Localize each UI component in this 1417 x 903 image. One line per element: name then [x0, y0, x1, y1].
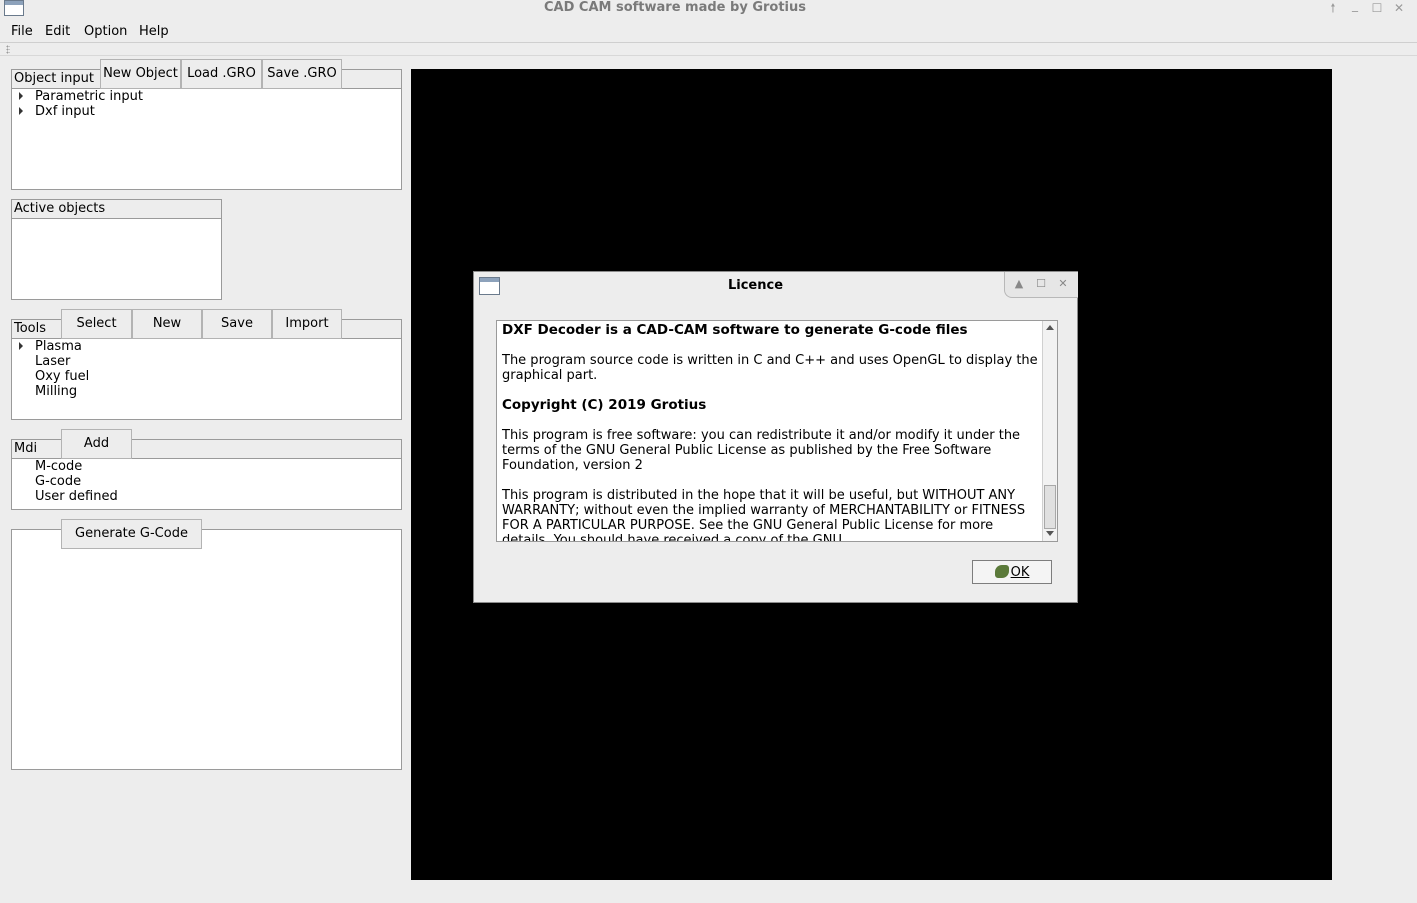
licence-copyright: Copyright (C) 2019 Grotius — [502, 397, 707, 413]
tree-item-oxy-fuel[interactable]: Oxy fuel — [35, 369, 89, 384]
save-tool-button[interactable]: Save — [202, 309, 272, 339]
dialog-up-icon[interactable]: ▲ — [1011, 276, 1027, 292]
save-gro-button[interactable]: Save .GRO — [262, 59, 342, 89]
dialog-maximize-icon[interactable]: ☐ — [1033, 276, 1049, 292]
toolbar-grip-icon[interactable] — [6, 45, 10, 54]
load-gro-button[interactable]: Load .GRO — [181, 59, 262, 89]
licence-scrollbar[interactable] — [1042, 321, 1057, 541]
dialog-close-icon[interactable]: ✕ — [1055, 276, 1071, 292]
menu-bar: File Edit Option Help — [0, 22, 1417, 42]
menu-file[interactable]: File — [11, 22, 33, 42]
generate-gcode-button[interactable]: Generate G-Code — [61, 519, 202, 549]
expander-arrow-icon[interactable] — [19, 107, 23, 115]
add-button[interactable]: Add — [61, 429, 132, 459]
object-input-label: Object input — [14, 71, 94, 86]
ok-button[interactable]: OK — [972, 560, 1052, 584]
tree-item-laser[interactable]: Laser — [35, 354, 70, 369]
window-up-icon[interactable]: 🠕 — [1325, 0, 1341, 16]
import-button[interactable]: Import — [272, 309, 342, 339]
scroll-up-icon[interactable] — [1046, 325, 1054, 330]
gcode-output-area[interactable] — [11, 529, 402, 770]
licence-paragraph: This program is free software: you can r… — [502, 428, 1021, 473]
dialog-title: Licence — [727, 278, 784, 293]
licence-text-area[interactable]: DXF Decoder is a CAD-CAM software to gen… — [496, 320, 1058, 542]
new-object-button[interactable]: New Object — [100, 59, 181, 89]
tools-label: Tools — [14, 321, 47, 336]
expander-arrow-icon[interactable] — [19, 342, 23, 350]
new-tool-button[interactable]: New — [132, 309, 202, 339]
licence-heading: DXF Decoder is a CAD-CAM software to gen… — [502, 322, 968, 338]
select-button[interactable]: Select — [61, 309, 132, 339]
tree-item-m-code[interactable]: M-code — [35, 459, 82, 474]
licence-paragraph: This program is distributed in the hope … — [502, 488, 1026, 542]
tree-item-g-code[interactable]: G-code — [35, 474, 81, 489]
menu-option[interactable]: Option — [84, 22, 127, 42]
tree-item-plasma[interactable]: Plasma — [35, 339, 82, 354]
scroll-thumb[interactable] — [1044, 485, 1056, 529]
window-close-icon[interactable]: ✕ — [1391, 0, 1407, 16]
window-maximize-icon[interactable]: ☐ — [1369, 0, 1385, 16]
menu-separator — [0, 42, 1417, 43]
tree-item-parametric-input[interactable]: Parametric input — [35, 89, 143, 104]
menu-edit[interactable]: Edit — [45, 22, 70, 42]
mdi-label: Mdi — [14, 441, 38, 456]
scroll-down-icon[interactable] — [1046, 531, 1054, 536]
active-objects-list[interactable] — [11, 218, 222, 300]
tree-item-user-defined[interactable]: User defined — [35, 489, 118, 504]
licence-text: DXF Decoder is a CAD-CAM software to gen… — [502, 323, 1042, 542]
menu-help[interactable]: Help — [139, 22, 169, 42]
window-title: CAD CAM software made by Grotius — [543, 0, 806, 15]
tree-item-dxf-input[interactable]: Dxf input — [35, 104, 95, 119]
expander-arrow-icon[interactable] — [19, 92, 23, 100]
dialog-controls: ▲ ☐ ✕ — [1004, 272, 1078, 298]
active-objects-label: Active objects — [14, 201, 106, 216]
licence-dialog: Licence ▲ ☐ ✕ DXF Decoder is a CAD-CAM s… — [473, 271, 1078, 603]
toolbar-strip — [0, 44, 1417, 56]
window-minimize-icon[interactable]: _ — [1347, 0, 1363, 13]
ok-button-label: OK — [1010, 565, 1030, 580]
tree-item-milling[interactable]: Milling — [35, 384, 77, 399]
ok-check-icon — [994, 565, 1009, 578]
licence-paragraph: The program source code is written in C … — [502, 353, 1038, 383]
